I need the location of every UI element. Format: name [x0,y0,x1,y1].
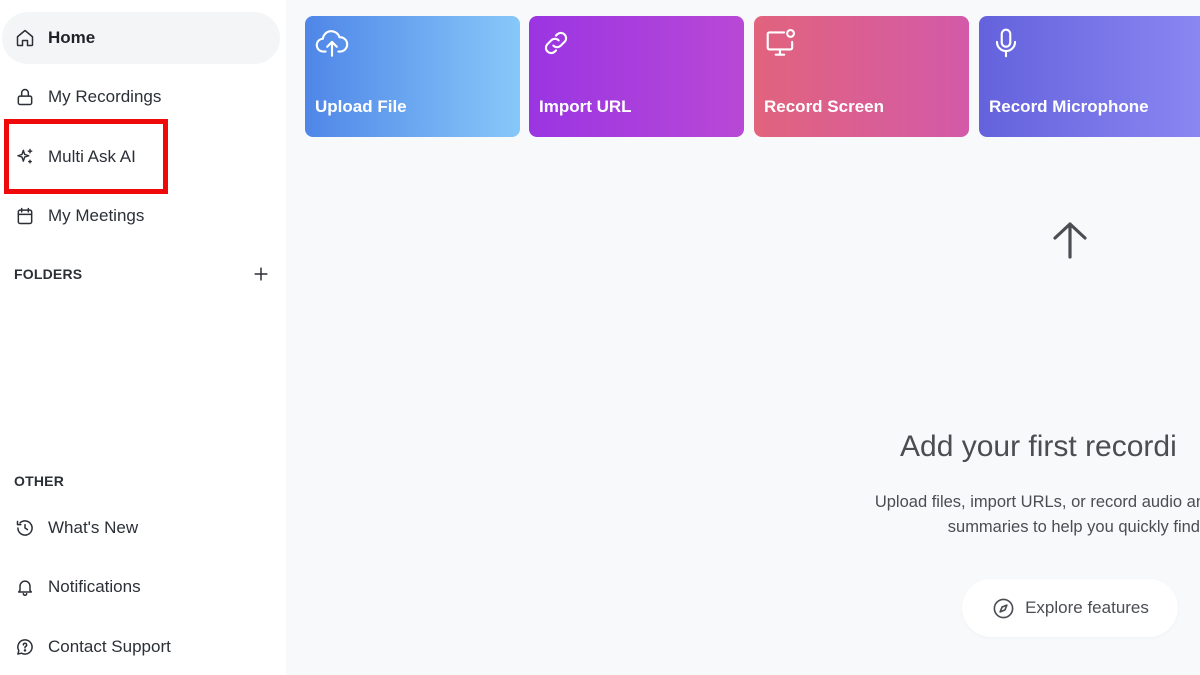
home-icon [14,27,36,49]
other-heading: OTHER [14,473,64,489]
history-icon [14,517,36,539]
card-label: Upload File [315,97,407,116]
sidebar: Home My Recordings Multi Ask AI My Meeti… [0,0,286,675]
monitor-record-icon [766,28,796,56]
card-label: Import URL [539,97,632,116]
link-icon [544,31,568,55]
cloud-upload-icon [315,30,349,57]
add-folder-button[interactable] [250,263,272,285]
card-label: Record Microphone [989,97,1149,116]
compass-icon [991,596,1015,620]
sidebar-item-label: My Meetings [48,206,145,225]
sidebar-item-label: Notifications [48,577,141,596]
main-content: Upload File Import URL Record Screen Rec… [286,0,1200,675]
sidebar-item-label: My Recordings [48,87,162,106]
empty-state-description-line: Upload files, import URLs, or record aud… [874,493,1200,511]
plus-icon [254,267,268,281]
lock-icon [14,86,36,108]
empty-state-description-line: summaries to help you quickly find what … [947,518,1200,536]
empty-state-title: Add your first recordi [900,430,1177,463]
sidebar-item-label: Contact Support [48,637,171,656]
folders-heading: FOLDERS [14,266,83,282]
microphone-icon [995,28,1017,58]
sparkle-icon [14,146,36,168]
arrow-up-icon [1053,222,1087,259]
sidebar-item-home[interactable]: Home [2,12,280,64]
import-url-button[interactable]: Import URL [529,16,744,137]
sidebar-item-multi-ask-ai[interactable]: Multi Ask AI [2,131,280,183]
record-screen-button[interactable]: Record Screen [754,16,969,137]
card-label: Record Screen [764,97,884,116]
sidebar-item-notifications[interactable]: Notifications [2,561,280,613]
sidebar-item-whats-new[interactable]: What's New [2,502,280,554]
record-microphone-button[interactable]: Record Microphone [979,16,1200,137]
app-window: Home My Recordings Multi Ask AI My Meeti… [0,0,1200,675]
upload-file-button[interactable]: Upload File [305,16,520,137]
sidebar-item-label: Home [48,28,96,47]
explore-features-button[interactable]: Explore features [962,579,1178,637]
sidebar-item-label: What's New [48,518,139,537]
sidebar-item-contact-support[interactable]: Contact Support [2,621,280,673]
explore-features-label: Explore features [1025,598,1149,617]
sidebar-item-my-meetings[interactable]: My Meetings [2,190,280,242]
empty-state-description: Upload files, import URLs, or record aud… [780,490,1200,540]
support-chat-icon [14,636,36,658]
calendar-icon [14,205,36,227]
bell-icon [14,576,36,598]
sidebar-item-label: Multi Ask AI [48,147,136,166]
sidebar-item-my-recordings[interactable]: My Recordings [2,71,280,123]
